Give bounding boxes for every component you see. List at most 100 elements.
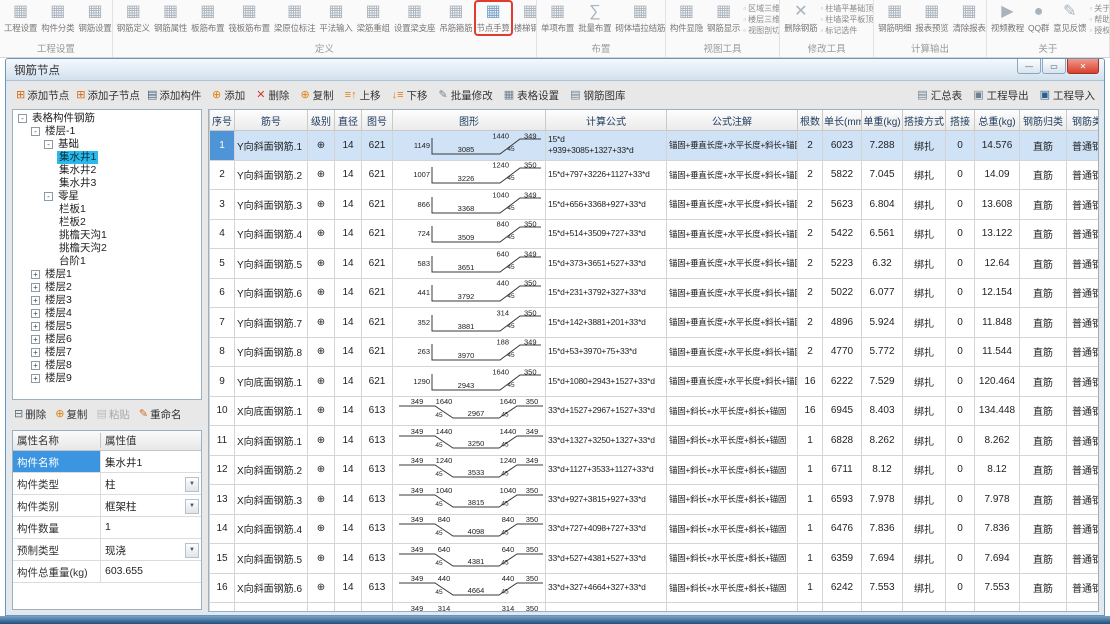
region-3d-button[interactable]: ▫区域三维 [743,3,780,14]
copy-button[interactable]: ⊕复制 [55,407,87,422]
property-name[interactable]: 构件类型 [13,473,101,494]
minimize-button[interactable]: — [1017,59,1041,74]
copy-button[interactable]: ⊕复制 [300,88,333,103]
tree-item[interactable]: 挑檐天沟1 [13,229,201,242]
property-value[interactable]: 现浇▼ [101,539,201,560]
feedback-button[interactable]: ✎意见反馈 [1051,1,1088,35]
collapse-icon[interactable]: - [44,140,53,149]
column-wall-slab-top-button[interactable]: ▫柱墙梁平板顶 [820,14,873,25]
property-name[interactable]: 构件类别 [13,495,101,516]
pingfa-input-button[interactable]: ▦平法输入 [317,1,354,35]
tree-item-label[interactable]: 楼层7 [43,346,74,359]
column-header[interactable]: 钢筋类型 [1067,110,1100,131]
collapse-icon[interactable]: - [18,114,27,123]
property-value[interactable]: 框架柱▼ [101,495,201,516]
expand-icon[interactable]: + [31,270,40,279]
delete-rebar-button[interactable]: ✕删除钢筋 [782,1,819,35]
table-row[interactable]: 9Y向底面钢筋.1⊕14621 1290 2943 1640 350 4515*… [210,367,1100,397]
export-button[interactable]: ▣工程导出 [973,88,1028,103]
tree-item[interactable]: +楼层9 [13,372,201,385]
tree-item-label[interactable]: 楼层1 [43,268,74,281]
tree-item[interactable]: 集水井1 [13,151,201,164]
beam-rebar-regroup-button[interactable]: ▦梁筋重组 [355,1,392,35]
table-row[interactable]: 1Y向斜面钢筋.1⊕14621 1149 3085 1440 349 4515*… [210,131,1100,161]
table-row[interactable]: 8Y向斜面钢筋.8⊕14621 263 3970 188 349 4515*d+… [210,337,1100,367]
property-value[interactable]: 1 [101,517,201,538]
column-header[interactable]: 根数 [798,110,823,131]
clear-report-button[interactable]: ▦清除报表 [950,1,986,35]
tree-item[interactable]: +楼层2 [13,281,201,294]
tree-item[interactable]: 集水井3 [13,177,201,190]
component-visibility-button[interactable]: ▦构件显隐 [668,1,705,35]
table-row[interactable]: 6Y向斜面钢筋.6⊕14621 441 3792 440 350 4515*d+… [210,278,1100,308]
column-header[interactable]: 筋号 [235,110,308,131]
tree-item-label[interactable]: 楼层2 [43,281,74,294]
masonry-tie-button[interactable]: ▦砌体墙拉结筋 [613,1,665,35]
stair-rebar-button[interactable]: ▦楼梯钢筋 [512,1,537,35]
column-header[interactable]: 图号 [362,110,393,131]
column-header[interactable]: 搭接 [946,110,975,131]
maximize-button[interactable]: ▭ [1042,59,1066,74]
tree-item-label[interactable]: 楼层3 [43,294,74,307]
license-button[interactable]: ▫授权 [1089,25,1110,36]
rename-button[interactable]: ✎重命名 [139,407,182,422]
report-preview-button[interactable]: ▦报表预览 [913,1,950,35]
expand-icon[interactable]: + [31,348,40,357]
chevron-down-icon[interactable]: ▼ [185,477,199,492]
table-row[interactable]: 16X向斜面钢筋.6⊕14613 349 440 4664 440 350 45… [210,573,1100,603]
tree-item[interactable]: 集水井2 [13,164,201,177]
tree-item[interactable]: 挑檐天沟2 [13,242,201,255]
expand-icon[interactable]: + [31,309,40,318]
tree-item-label[interactable]: 栏板2 [57,216,88,229]
expand-icon[interactable]: + [31,335,40,344]
table-row[interactable]: 17X向斜面钢筋.7⊕14613 349 314 4842 314 350 45… [210,603,1100,613]
property-value[interactable]: 集水井1 [101,451,201,472]
node-hand-calc-button[interactable]: ▦节点手算 [475,1,512,35]
rebar-define-button[interactable]: ▦钢筋定义 [115,1,152,35]
tree-item-label[interactable]: 基础 [56,138,81,151]
tree-item[interactable]: 栏板1 [13,203,201,216]
column-wall-base-top-button[interactable]: ▫柱墙平基础顶 [820,3,873,14]
column-header[interactable]: 图形 [393,110,546,131]
floor-3d-button[interactable]: ▫楼层三维 [743,14,780,25]
tree-item-label[interactable]: 表格构件钢筋 [30,112,97,125]
add-node-button[interactable]: ⊞添加节点 [16,88,69,103]
column-header[interactable]: 搭接方式 [903,110,946,131]
table-row[interactable]: 4Y向斜面钢筋.4⊕14621 724 3509 840 350 4515*d+… [210,219,1100,249]
tree-item[interactable]: 栏板2 [13,216,201,229]
property-name[interactable]: 构件数量 [13,517,101,538]
tree-item-label[interactable]: 栏板1 [57,203,88,216]
beam-insitu-mark-button[interactable]: ▦梁原位标注 [272,1,318,35]
tree-item-label[interactable]: 楼层8 [43,359,74,372]
summary-button[interactable]: ▤汇总表 [917,88,962,103]
view-section-button[interactable]: ▫视图剖切 [743,25,780,36]
table-row[interactable]: 14X向斜面钢筋.4⊕14613 349 840 4098 840 350 45… [210,514,1100,544]
table-row[interactable]: 5Y向斜面钢筋.5⊕14621 583 3651 640 349 4515*d+… [210,249,1100,279]
tree-item-label[interactable]: 楼层9 [43,372,74,385]
expand-icon[interactable]: + [31,361,40,370]
tree-item[interactable]: +楼层7 [13,346,201,359]
rebar-props-button[interactable]: ▦钢筋属性 [152,1,189,35]
table-row[interactable]: 13X向斜面钢筋.3⊕14613 349 1040 3815 1040 350 … [210,485,1100,515]
raft-rebar-layout-button[interactable]: ▦筏板筋布置 [226,1,272,35]
batch-layout-button[interactable]: ∑批量布置 [576,1,613,35]
trash-button[interactable]: ⊟删除 [14,407,46,422]
project-settings-button[interactable]: ▦工程设置 [2,1,39,35]
table-row[interactable]: 10X向底面钢筋.1⊕14613 349 1640 2967 1640 350 … [210,396,1100,426]
window-titlebar[interactable]: 钢筋节点 — ▭ ✕ [6,59,1104,81]
column-header[interactable]: 单重(kg) [862,110,903,131]
column-header[interactable]: 单长(mm) [823,110,862,131]
table-row[interactable]: 7Y向斜面钢筋.7⊕14621 352 3881 314 350 4515*d+… [210,308,1100,338]
table-row[interactable]: 11X向斜面钢筋.1⊕14613 349 1440 3250 1440 349 … [210,426,1100,456]
column-header[interactable]: 序号 [210,110,235,131]
import-button[interactable]: ▣工程导入 [1040,88,1095,103]
tree-item-label[interactable]: 楼层4 [43,307,74,320]
close-button[interactable]: ✕ [1067,59,1099,74]
column-header[interactable]: 直径 [335,110,362,131]
column-header[interactable]: 计算公式 [546,110,667,131]
chevron-down-icon[interactable]: ▼ [185,499,199,514]
tree-item-label[interactable]: 台阶1 [57,255,88,268]
about-button[interactable]: ▫关于 [1089,3,1110,14]
single-layout-button[interactable]: ▦单项布置 [539,1,576,35]
tree-item[interactable]: -零星 [13,190,201,203]
